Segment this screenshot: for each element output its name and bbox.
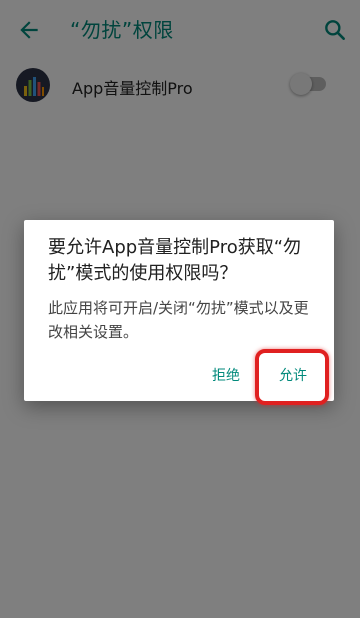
highlight-annotation [255,349,329,405]
dialog-title: 要允许App音量控制Pro获取“勿扰”模式的使用权限吗？ [48,237,302,284]
deny-button[interactable]: 拒绝 [204,360,248,390]
dialog-message: 此应用将可开启/关闭“勿扰”模式以及更改相关设置。 [48,299,309,341]
permission-dialog: 要允许App音量控制Pro获取“勿扰”模式的使用权限吗？ 此应用将可开启/关闭“… [24,220,334,405]
